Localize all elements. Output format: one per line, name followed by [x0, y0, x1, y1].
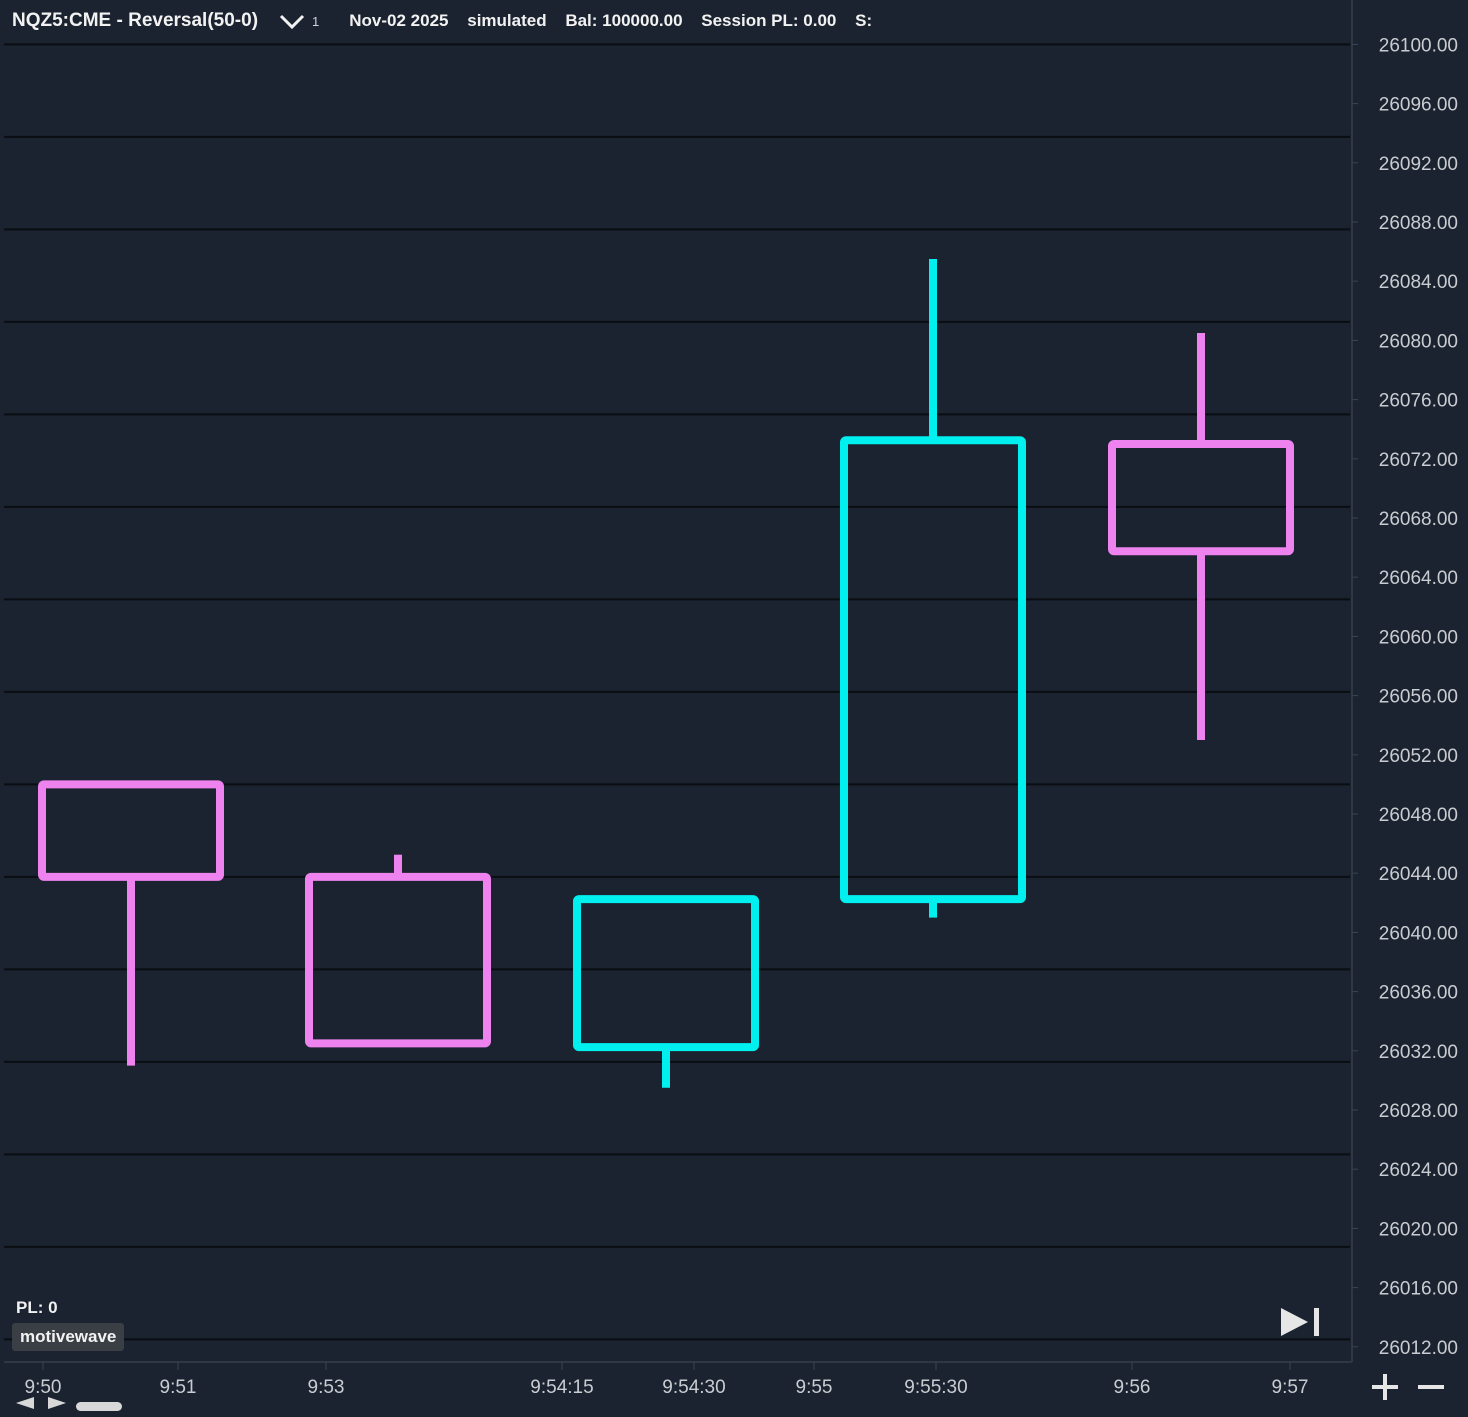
scrollbar-thumb[interactable]	[76, 1399, 122, 1417]
bullish-candle[interactable]	[573, 895, 759, 1088]
price-tick-label: 26056.00	[1379, 687, 1458, 708]
grid-lines	[4, 43, 1350, 1341]
time-axis[interactable]: 9:50 9:51 9:53 9:54:15 9:54:30 9:55 9:55:30 9:5…	[25, 1362, 1309, 1398]
arrow-right-icon[interactable]	[44, 1396, 68, 1415]
price-tick-label: 26020.00	[1379, 1219, 1458, 1240]
minus-icon[interactable]	[1416, 1372, 1446, 1402]
candle-body	[840, 436, 1026, 904]
candle-body	[305, 872, 491, 1048]
price-tick-label: 26024.00	[1379, 1160, 1458, 1181]
price-axis[interactable]: 26100.00 26096.00 26092.00 26088.00 26084.00…	[1352, 35, 1458, 1359]
price-tick-label: 26088.00	[1379, 213, 1458, 234]
price-tick-label: 26096.00	[1379, 95, 1458, 116]
price-chart[interactable]: 26100.00 26096.00 26092.00 26088.00 26084.00…	[0, 0, 1468, 1413]
price-tick-label: 26052.00	[1379, 746, 1458, 767]
s-label: S:	[855, 11, 873, 30]
price-tick-label: 26060.00	[1379, 627, 1458, 648]
time-tick-label: 9:55	[796, 1377, 833, 1398]
trading-mode: simulated	[467, 11, 547, 30]
account-info: Nov-02 2025 simulated Bal: 100000.00 Ses…	[349, 11, 886, 31]
price-tick-label: 26100.00	[1379, 35, 1458, 56]
time-tick-label: 9:56	[1114, 1377, 1151, 1398]
price-tick-label: 26016.00	[1379, 1279, 1458, 1300]
candle-body	[38, 780, 224, 881]
time-tick-label: 9:51	[160, 1377, 197, 1398]
time-tick-label: 9:57	[1272, 1377, 1309, 1398]
price-tick-label: 26040.00	[1379, 923, 1458, 944]
time-tick-label: 9:50	[25, 1377, 62, 1398]
candle-body	[573, 895, 759, 1052]
chart-date: Nov-02 2025	[349, 11, 449, 30]
time-tick-label: 9:54:15	[530, 1377, 593, 1398]
price-tick-label: 26084.00	[1379, 272, 1458, 293]
bearish-candle[interactable]	[305, 854, 491, 1048]
session-pl: Session PL: 0.00	[701, 11, 837, 30]
pl-label: PL: 0	[16, 1298, 58, 1317]
candle-body	[1108, 440, 1294, 556]
chevron-down-icon[interactable]	[278, 11, 306, 31]
price-tick-label: 26028.00	[1379, 1101, 1458, 1122]
account-balance: Bal: 100000.00	[565, 11, 683, 30]
price-tick-label: 26064.00	[1379, 568, 1458, 589]
skip-to-end-icon[interactable]	[1278, 1304, 1324, 1340]
arrow-left-icon[interactable]	[14, 1396, 38, 1415]
price-tick-label: 26048.00	[1379, 805, 1458, 826]
price-tick-label: 26080.00	[1379, 331, 1458, 352]
dropdown-count: 1	[312, 13, 320, 29]
price-tick-label: 26092.00	[1379, 154, 1458, 175]
price-tick-label: 26072.00	[1379, 450, 1458, 471]
price-tick-label: 26036.00	[1379, 983, 1458, 1004]
price-tick-label: 26044.00	[1379, 864, 1458, 885]
bullish-candle[interactable]	[840, 259, 1026, 918]
bearish-candle[interactable]	[1108, 333, 1294, 740]
price-tick-label: 26076.00	[1379, 391, 1458, 412]
chart-header: NQZ5:CME - Reversal(50-0) 1 Nov-02 2025 …	[12, 6, 886, 36]
price-tick-label: 26012.00	[1379, 1338, 1458, 1359]
plus-icon[interactable]	[1370, 1372, 1400, 1402]
price-tick-label: 26068.00	[1379, 509, 1458, 530]
bearish-candle[interactable]	[38, 780, 224, 1066]
instrument-title[interactable]: NQZ5:CME - Reversal(50-0)	[12, 10, 258, 32]
time-tick-label: 9:55:30	[904, 1377, 967, 1398]
price-tick-label: 26032.00	[1379, 1042, 1458, 1063]
motivewave-logo: motivewave	[12, 1323, 125, 1351]
time-tick-label: 9:53	[308, 1377, 345, 1398]
time-tick-label: 9:54:30	[662, 1377, 725, 1398]
candles[interactable]	[38, 259, 1294, 1088]
